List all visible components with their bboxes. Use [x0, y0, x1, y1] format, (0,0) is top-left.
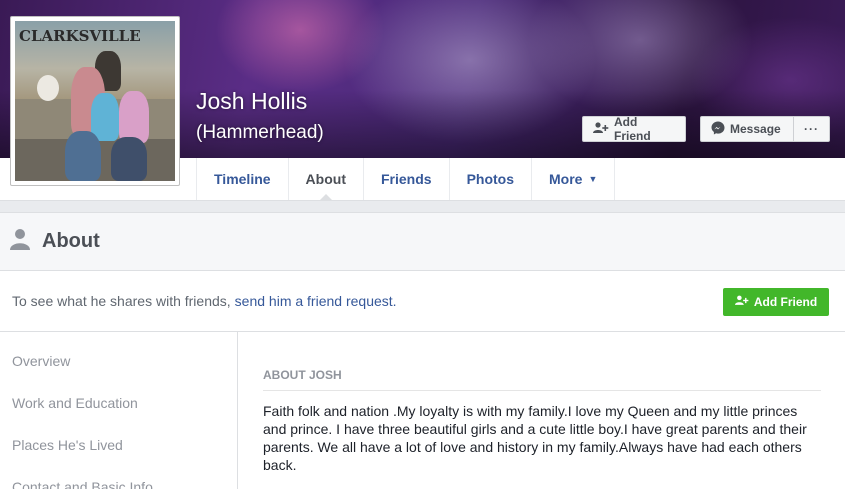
about-section: About To see what he shares with friends… [0, 212, 845, 489]
about-bio-text: Faith folk and nation .My loyalty is wit… [263, 403, 807, 473]
side-nav-contact-info[interactable]: Contact and Basic Info [12, 479, 153, 489]
tab-more-label: More [549, 171, 583, 187]
add-friend-green-label: Add Friend [753, 295, 818, 309]
profile-name[interactable]: Josh Hollis [196, 88, 324, 115]
tab-friends[interactable]: Friends [362, 158, 449, 200]
photo-person [65, 131, 101, 181]
about-title: About [42, 230, 100, 252]
profile-photo-image: CLARKSVILLE [15, 21, 175, 181]
friend-request-banner: To see what he shares with friends, send… [0, 271, 845, 332]
add-friend-green-button[interactable]: Add Friend [723, 288, 829, 316]
banner-text: To see what he shares with friends, [12, 293, 231, 309]
tab-more[interactable]: More ▼ [531, 158, 616, 200]
profile-tabs: Timeline About Friends Photos More ▼ [196, 158, 616, 201]
send-friend-request-link[interactable]: send him a friend request. [235, 293, 397, 309]
side-nav-work-education[interactable]: Work and Education [12, 395, 138, 411]
about-header: About [0, 213, 845, 271]
person-plus-icon [734, 295, 749, 309]
side-nav-overview[interactable]: Overview [12, 353, 70, 369]
message-label: Message [730, 122, 781, 136]
about-side-nav: Overview Work and Education Places He's … [0, 332, 238, 489]
person-silhouette-icon [10, 228, 30, 255]
about-content-heading: ABOUT JOSH [263, 368, 821, 391]
tab-about[interactable]: About [287, 158, 363, 201]
add-friend-button[interactable]: Add Friend [582, 115, 686, 143]
profile-name-block: Josh Hollis (Hammerhead) [196, 88, 324, 144]
add-friend-label: Add Friend [614, 115, 651, 143]
person-plus-icon [593, 121, 609, 137]
message-button[interactable]: Message [700, 116, 794, 142]
caret-down-icon: ▼ [588, 174, 598, 184]
about-body: Overview Work and Education Places He's … [0, 332, 845, 489]
profile-alternate-name: (Hammerhead) [196, 122, 324, 143]
photo-sign-text: CLARKSVILLE [19, 27, 141, 45]
photo-person [119, 91, 149, 143]
tab-timeline[interactable]: Timeline [196, 158, 288, 200]
photo-person [111, 137, 147, 181]
photo-person [37, 75, 59, 101]
messenger-icon [711, 121, 725, 138]
photo-person [91, 93, 119, 141]
side-nav-places-lived[interactable]: Places He's Lived [12, 437, 123, 453]
profile-picture[interactable]: CLARKSVILLE [10, 16, 180, 186]
tab-photos[interactable]: Photos [448, 158, 531, 200]
more-dots-icon[interactable]: ··· [793, 116, 830, 142]
